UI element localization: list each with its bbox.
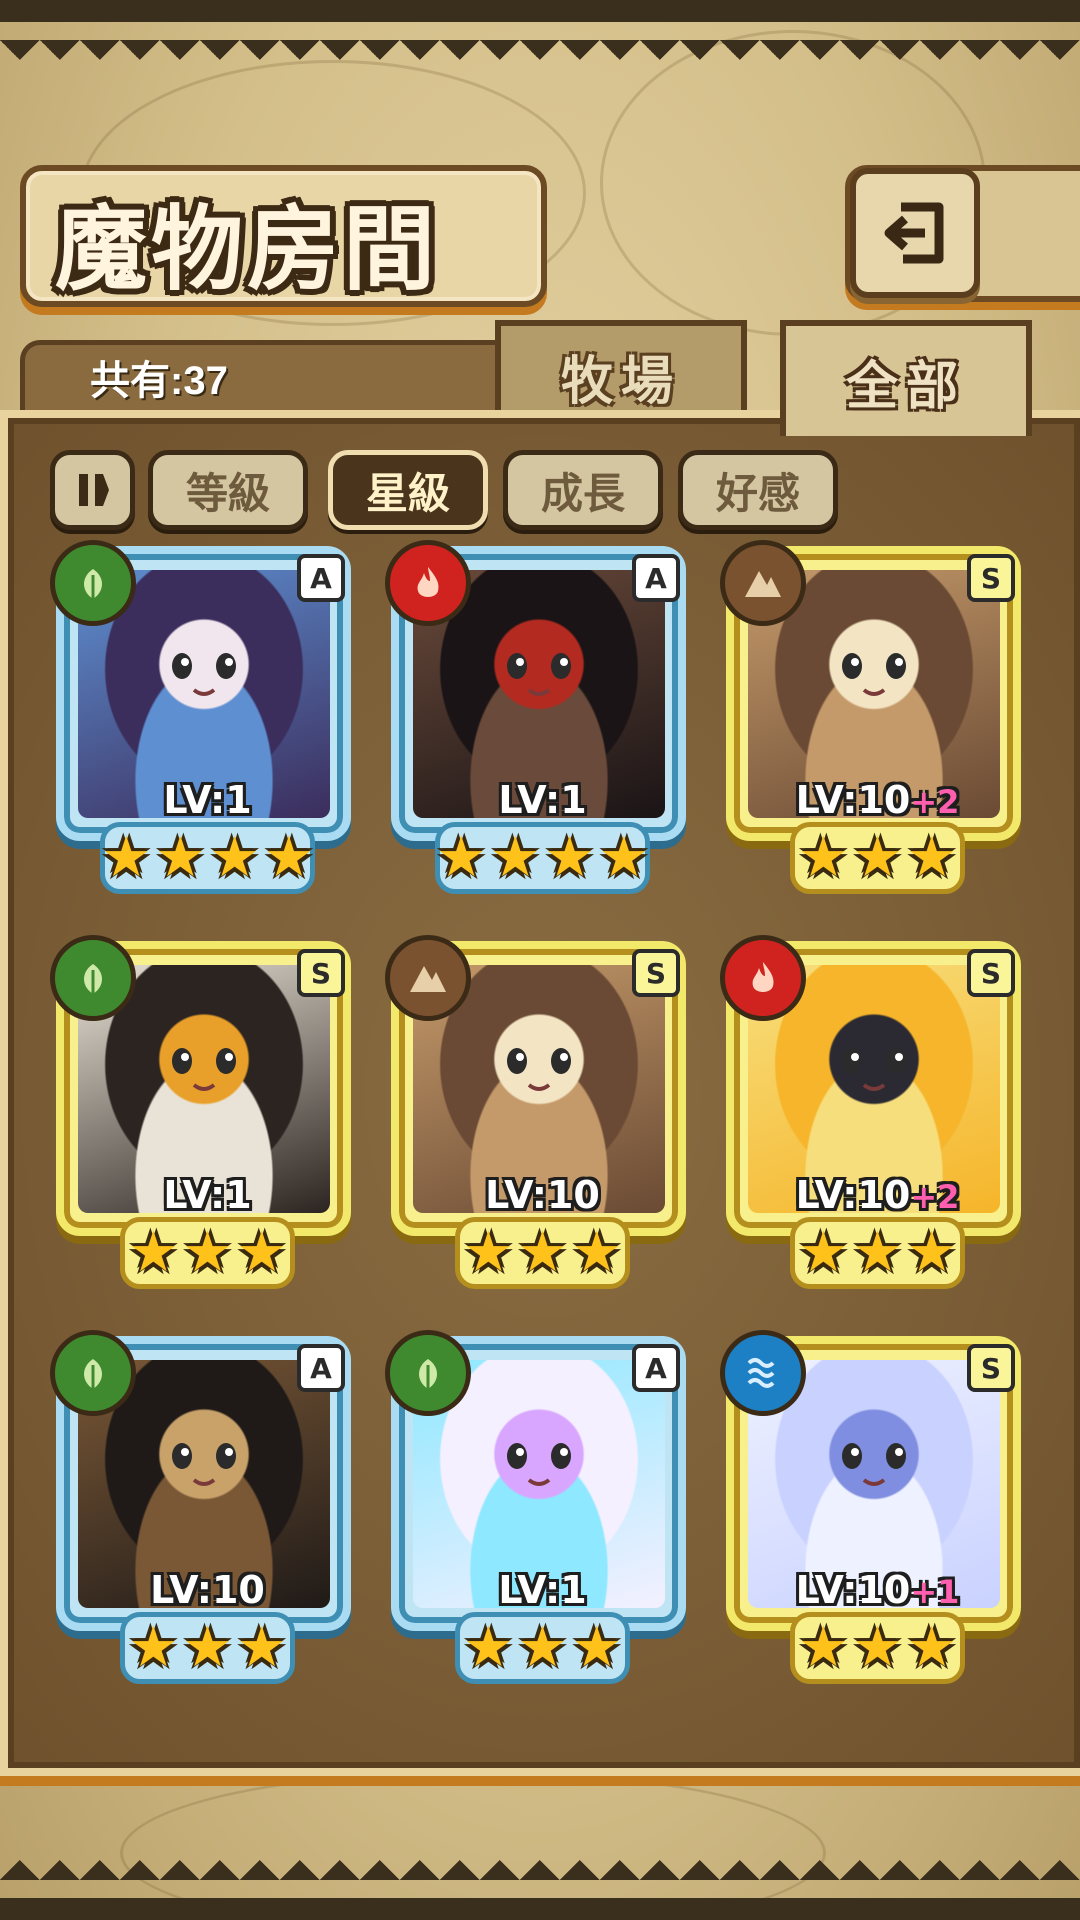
star-icon: ★	[517, 1220, 568, 1285]
level-label: LV:10+1	[795, 1568, 960, 1612]
rank-badge: S	[967, 1344, 1015, 1392]
level-bonus: +1	[910, 1573, 960, 1611]
star-icon: ★	[236, 1615, 287, 1680]
level-label: LV:1	[498, 778, 587, 822]
level-bonus: +2	[910, 1178, 960, 1216]
rank-badge: S	[967, 949, 1015, 997]
game-screen: 魔物房間 共有:37 牧場 全部 等級 星級 成長 好感 A LV:1 ★ ★ …	[0, 0, 1080, 1920]
level-label: LV:1	[163, 1173, 252, 1217]
star-icon: ★	[436, 825, 487, 890]
back-button[interactable]	[850, 168, 980, 298]
star-icon: ★	[490, 825, 541, 890]
level-label: LV:10+2	[795, 778, 960, 822]
monster-card[interactable]: S LV:10 ★ ★ ★	[385, 935, 700, 1290]
rank-badge: A	[297, 1344, 345, 1392]
star-icon: ★	[852, 825, 903, 890]
monster-card[interactable]: A LV:10 ★ ★ ★	[50, 1330, 365, 1685]
level-label: LV:1	[498, 1568, 587, 1612]
star-icon: ★	[128, 1615, 179, 1680]
rank-badge: S	[297, 949, 345, 997]
monster-card[interactable]: A LV:1 ★ ★ ★ ★	[385, 540, 700, 895]
level-bonus: +2	[910, 783, 960, 821]
star-icon: ★	[571, 1220, 622, 1285]
star-icon: ★	[517, 1615, 568, 1680]
star-icon: ★	[463, 1615, 514, 1680]
monster-card[interactable]: A LV:1 ★ ★ ★	[385, 1330, 700, 1685]
rank-badge: A	[632, 1344, 680, 1392]
star-icon: ★	[155, 825, 206, 890]
star-icon: ★	[852, 1615, 903, 1680]
sort-direction-icon	[78, 474, 109, 506]
star-rating: ★ ★ ★ ★	[385, 830, 700, 886]
star-icon: ★	[263, 825, 314, 890]
bottom-border	[0, 1850, 1080, 1920]
monster-count: 共有:37	[90, 359, 228, 403]
grass-element-icon	[50, 540, 136, 626]
star-icon: ★	[571, 1615, 622, 1680]
star-icon: ★	[463, 1220, 514, 1285]
monster-card[interactable]: A LV:1 ★ ★ ★ ★	[50, 540, 365, 895]
star-icon: ★	[798, 825, 849, 890]
sort-star-button[interactable]: 星級	[328, 450, 488, 530]
sort-affection-button[interactable]: 好感	[678, 450, 838, 530]
top-border	[0, 0, 1080, 70]
earth-element-icon	[720, 540, 806, 626]
level-label: LV:10	[150, 1568, 265, 1612]
star-rating: ★ ★ ★	[720, 1620, 1035, 1676]
star-rating: ★ ★ ★	[385, 1620, 700, 1676]
tab-all[interactable]: 全部	[780, 320, 1032, 436]
earth-element-icon	[385, 935, 471, 1021]
star-icon: ★	[598, 825, 649, 890]
grass-element-icon	[50, 1330, 136, 1416]
star-rating: ★ ★ ★	[385, 1225, 700, 1281]
monster-card[interactable]: S LV:10+2 ★ ★ ★	[720, 935, 1035, 1290]
star-icon: ★	[798, 1615, 849, 1680]
sort-direction-button[interactable]	[50, 450, 135, 530]
fire-element-icon	[720, 935, 806, 1021]
star-icon: ★	[906, 1220, 957, 1285]
rank-badge: S	[632, 949, 680, 997]
star-icon: ★	[209, 825, 260, 890]
star-rating: ★ ★ ★	[50, 1225, 365, 1281]
rank-badge: A	[297, 554, 345, 602]
rank-badge: A	[632, 554, 680, 602]
star-icon: ★	[798, 1220, 849, 1285]
star-icon: ★	[101, 825, 152, 890]
level-label: LV:1	[163, 778, 252, 822]
sort-level-button[interactable]: 等級	[148, 450, 308, 530]
star-rating: ★ ★ ★	[720, 1225, 1035, 1281]
star-icon: ★	[182, 1220, 233, 1285]
star-icon: ★	[236, 1220, 287, 1285]
page-title: 魔物房間	[55, 195, 440, 303]
level-label: LV:10	[485, 1173, 600, 1217]
grass-element-icon	[385, 1330, 471, 1416]
sort-growth-button[interactable]: 成長	[503, 450, 663, 530]
star-rating: ★ ★ ★	[50, 1620, 365, 1676]
star-icon: ★	[544, 825, 595, 890]
star-icon: ★	[852, 1220, 903, 1285]
star-rating: ★ ★ ★	[720, 830, 1035, 886]
star-rating: ★ ★ ★ ★	[50, 830, 365, 886]
monster-card[interactable]: S LV:10+2 ★ ★ ★	[720, 540, 1035, 895]
monster-card[interactable]: S LV:10+1 ★ ★ ★	[720, 1330, 1035, 1685]
back-arrow-icon	[884, 202, 944, 264]
monster-card[interactable]: S LV:1 ★ ★ ★	[50, 935, 365, 1290]
star-icon: ★	[906, 1615, 957, 1680]
water-element-icon	[720, 1330, 806, 1416]
star-icon: ★	[182, 1615, 233, 1680]
rank-badge: S	[967, 554, 1015, 602]
grass-element-icon	[50, 935, 136, 1021]
star-icon: ★	[128, 1220, 179, 1285]
level-label: LV:10+2	[795, 1173, 960, 1217]
star-icon: ★	[906, 825, 957, 890]
fire-element-icon	[385, 540, 471, 626]
